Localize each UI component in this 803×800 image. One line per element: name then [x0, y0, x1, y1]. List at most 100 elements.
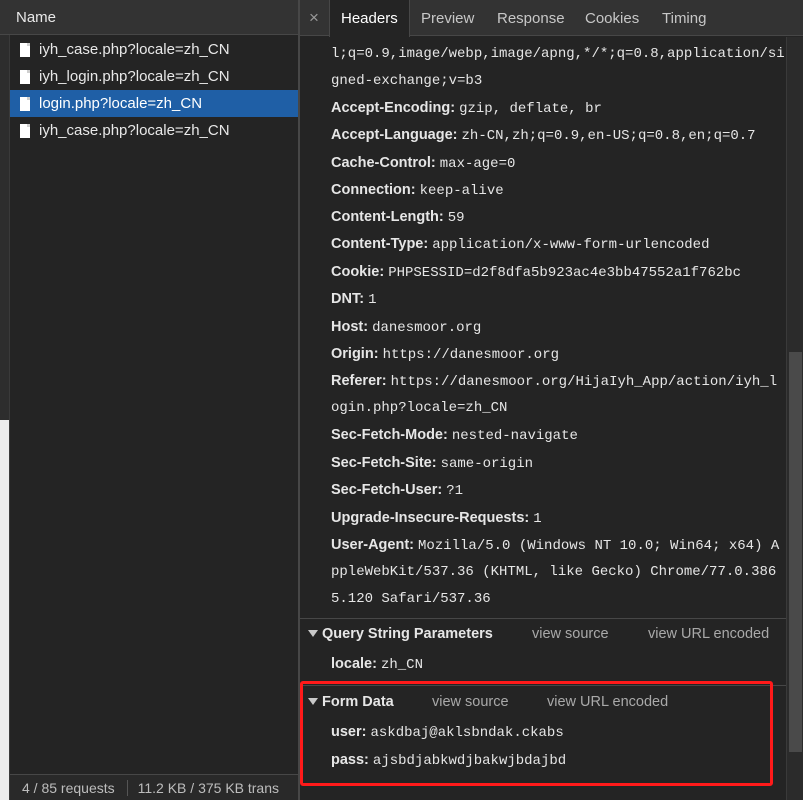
- header-key: Cache-Control:: [331, 155, 436, 171]
- param-value: zh_CN: [380, 657, 423, 673]
- form-param-row: user: askdbaj@aklsbndak.ckabs: [331, 724, 564, 741]
- header-key: Content-Type:: [331, 236, 429, 252]
- header-value: 1: [533, 511, 542, 527]
- header-key: Sec-Fetch-User:: [331, 482, 443, 498]
- triangle-down-icon: [308, 630, 318, 637]
- form-param-row: pass: ajsbdjabkwdjbakwjbdajbd: [331, 752, 566, 769]
- param-value: askdbaj@aklsbndak.ckabs: [370, 725, 564, 741]
- header-row: DNT: 1: [331, 291, 376, 308]
- request-details-pane: × Headers Preview Response Cookies Timin…: [300, 0, 803, 800]
- form-data-title: Form Data: [322, 694, 394, 710]
- query-param-row: locale: zh_CN: [331, 656, 423, 673]
- request-item-label: iyh_login.php?locale=zh_CN: [39, 68, 230, 85]
- file-icon: [20, 96, 30, 111]
- form-view-source-link[interactable]: view source: [432, 694, 509, 710]
- header-row: Connection: keep-alive: [331, 182, 504, 199]
- request-item-label: login.php?locale=zh_CN: [39, 95, 203, 112]
- header-row: Accept-Language: zh-CN,zh;q=0.9,en-US;q=…: [331, 127, 756, 144]
- header-key: User-Agent:: [331, 537, 414, 553]
- header-row: Content-Length: 59: [331, 209, 465, 226]
- details-scrollbar[interactable]: [786, 37, 803, 800]
- request-count: 4 / 85 requests: [10, 779, 128, 796]
- header-row: Accept-Encoding: gzip, deflate, br: [331, 100, 602, 117]
- param-key: pass:: [331, 752, 369, 768]
- request-list: iyh_case.php?locale=zh_CN iyh_login.php?…: [10, 36, 298, 144]
- scrollbar-thumb[interactable]: [789, 352, 802, 752]
- header-row: Cookie: PHPSESSID=d2f8dfa5b923ac4e3bb475…: [331, 264, 741, 281]
- header-value: PHPSESSID=d2f8dfa5b923ac4e3bb47552a1f762…: [388, 265, 742, 281]
- form-view-url-encoded-link[interactable]: view URL encoded: [547, 694, 668, 710]
- request-item-selected[interactable]: login.php?locale=zh_CN: [10, 90, 298, 117]
- header-value: gzip, deflate, br: [459, 101, 602, 117]
- param-key: locale:: [331, 656, 377, 672]
- header-key: Accept-Encoding:: [331, 100, 456, 116]
- header-row: Origin: https://danesmoor.org: [331, 346, 559, 363]
- header-accept-continuation: gned-exchange;v=b3: [331, 73, 483, 89]
- header-value: zh-CN,zh;q=0.9,en-US;q=0.8,en;q=0.7: [461, 128, 756, 144]
- header-useragent-continuation: 5.120 Safari/537.36: [331, 591, 491, 607]
- header-row: Referer: https://danesmoor.org/HijaIyh_A…: [331, 373, 777, 390]
- request-item[interactable]: iyh_login.php?locale=zh_CN: [10, 63, 298, 90]
- headers-content: l;q=0.9,image/webp,image/apng,*/*;q=0.8,…: [300, 37, 786, 800]
- header-key: Connection:: [331, 182, 416, 198]
- request-list-pane: Name iyh_case.php?locale=zh_CN iyh_login…: [0, 0, 298, 800]
- header-row: Sec-Fetch-Mode: nested-navigate: [331, 427, 578, 444]
- triangle-down-icon: [308, 698, 318, 705]
- request-item[interactable]: iyh_case.php?locale=zh_CN: [10, 117, 298, 144]
- header-value: keep-alive: [419, 183, 504, 199]
- header-key: Origin:: [331, 346, 379, 362]
- header-key: Sec-Fetch-Site:: [331, 455, 437, 471]
- param-key: user:: [331, 724, 367, 740]
- header-key: Content-Length:: [331, 209, 444, 225]
- header-value: max-age=0: [439, 156, 516, 172]
- header-accept-continuation: l;q=0.9,image/webp,image/apng,*/*;q=0.8,…: [331, 46, 785, 62]
- header-value: Mozilla/5.0 (Windows NT 10.0; Win64; x64…: [418, 538, 780, 554]
- header-value: same-origin: [440, 456, 534, 472]
- file-icon: [20, 69, 30, 84]
- transfer-size: 11.2 KB / 375 KB trans: [137, 779, 280, 796]
- header-row: User-Agent: Mozilla/5.0 (Windows NT 10.0…: [331, 537, 779, 554]
- header-key: Cookie:: [331, 264, 385, 280]
- header-value: 59: [447, 210, 465, 226]
- tab-headers[interactable]: Headers: [329, 0, 410, 37]
- name-column-header[interactable]: Name: [0, 0, 298, 35]
- left-edge-strip: [0, 0, 10, 800]
- header-row: Sec-Fetch-User: ?1: [331, 482, 463, 499]
- query-string-title: Query String Parameters: [322, 626, 493, 642]
- header-referer-continuation: ogin.php?locale=zh_CN: [331, 400, 508, 416]
- query-string-section-toggle[interactable]: Query String Parameters: [308, 626, 493, 642]
- tab-cookies[interactable]: Cookies: [585, 0, 639, 36]
- param-value: ajsbdjabkwdjbakwjbdajbd: [372, 753, 567, 769]
- header-useragent-continuation: ppleWebKit/537.36 (KHTML, like Gecko) Ch…: [331, 564, 777, 580]
- network-status-bar: 4 / 85 requests 11.2 KB / 375 KB trans: [10, 774, 298, 800]
- section-divider: [300, 685, 786, 686]
- section-divider: [300, 618, 786, 619]
- request-item[interactable]: iyh_case.php?locale=zh_CN: [10, 36, 298, 63]
- query-view-url-encoded-link[interactable]: view URL encoded: [648, 626, 769, 642]
- header-row: Upgrade-Insecure-Requests: 1: [331, 510, 542, 527]
- header-key: Host:: [331, 319, 369, 335]
- request-item-label: iyh_case.php?locale=zh_CN: [39, 41, 230, 58]
- query-view-source-link[interactable]: view source: [532, 626, 609, 642]
- tab-preview[interactable]: Preview: [421, 0, 474, 36]
- details-tabbar: × Headers Preview Response Cookies Timin…: [300, 0, 803, 37]
- header-key: DNT:: [331, 291, 365, 307]
- tab-timing[interactable]: Timing: [662, 0, 706, 36]
- header-key: Accept-Language:: [331, 127, 458, 143]
- tab-response[interactable]: Response: [497, 0, 565, 36]
- form-data-section-toggle[interactable]: Form Data: [308, 694, 394, 710]
- header-row: Host: danesmoor.org: [331, 319, 481, 336]
- header-value: danesmoor.org: [372, 320, 482, 336]
- header-value: ?1: [446, 483, 464, 499]
- header-value: https://danesmoor.org: [382, 347, 559, 363]
- header-value: 1: [368, 292, 377, 308]
- header-row: Sec-Fetch-Site: same-origin: [331, 455, 533, 472]
- header-row: Cache-Control: max-age=0: [331, 155, 515, 172]
- file-icon: [20, 123, 30, 138]
- name-column-title: Name: [16, 9, 57, 26]
- file-icon: [20, 42, 30, 57]
- close-icon[interactable]: ×: [309, 8, 319, 28]
- header-value: application/x-www-form-urlencoded: [432, 237, 710, 253]
- header-key: Sec-Fetch-Mode:: [331, 427, 448, 443]
- header-row: Content-Type: application/x-www-form-url…: [331, 236, 709, 253]
